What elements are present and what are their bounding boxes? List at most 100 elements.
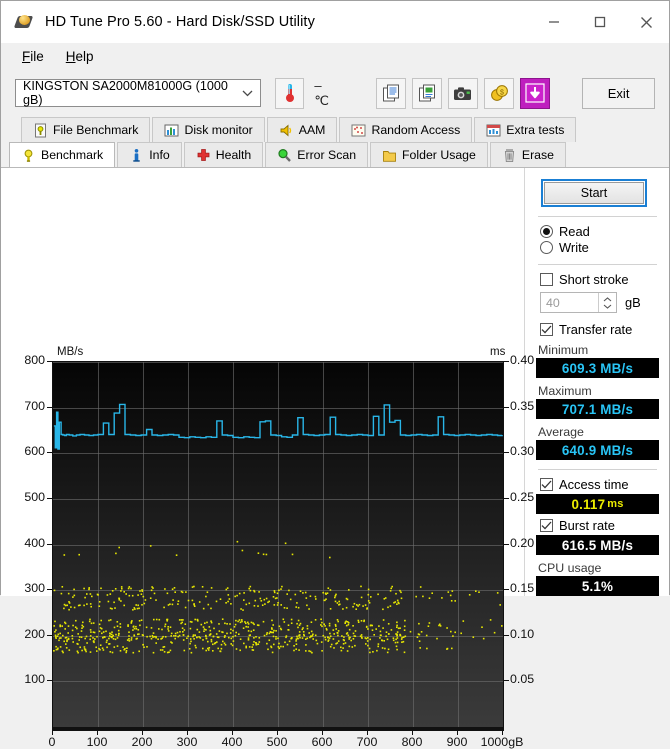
folder-usage-icon	[382, 148, 397, 163]
y-tick-label: 100	[24, 672, 45, 687]
minimize-button[interactable]	[531, 1, 577, 43]
y2-tick	[504, 543, 509, 545]
tab-label: File Benchmark	[53, 123, 139, 137]
checkbox-transfer-rate[interactable]: Transfer rate	[540, 322, 659, 337]
x-tick	[322, 731, 323, 735]
radio-read[interactable]: Read	[540, 224, 659, 239]
tab-label: Extra tests	[506, 123, 565, 137]
maximum-value-box: 707.1 MB/s	[536, 399, 659, 419]
tab-label: Benchmark	[41, 148, 104, 162]
x-tick	[412, 731, 413, 735]
window-controls	[531, 1, 669, 43]
transfer-rate-label: Transfer rate	[559, 322, 633, 337]
tab-extra-tests[interactable]: Extra tests	[474, 117, 577, 142]
average-value: 640.9 MB/s	[561, 442, 634, 458]
drive-select-value: KINGSTON SA2000M81000G (1000 gB)	[23, 79, 228, 107]
short-stroke-label: Short stroke	[559, 272, 629, 287]
y-tick	[47, 589, 52, 591]
start-button[interactable]: Start	[544, 182, 644, 204]
access-time-dots	[53, 540, 503, 654]
tab-row-secondary: File Benchmark Disk monitor AAM Random A…	[9, 117, 661, 142]
tab-disk-monitor[interactable]: Disk monitor	[152, 117, 265, 142]
radio-write-label: Write	[559, 240, 589, 255]
y2-tick-label: 0.35	[510, 398, 535, 413]
stepper-arrows[interactable]	[598, 293, 616, 312]
y2-tick	[504, 680, 509, 682]
coins-icon[interactable]: $	[484, 77, 515, 109]
average-value-box: 640.9 MB/s	[536, 440, 659, 460]
y2-tick	[504, 589, 509, 591]
app-logo-icon	[13, 12, 35, 32]
short-stroke-stepper[interactable]: 40 gB	[540, 292, 659, 313]
screenshot-icon[interactable]	[448, 77, 479, 109]
y2-tick-label: 0.05	[510, 672, 535, 687]
maximum-label: Maximum	[538, 384, 592, 398]
x-tick	[52, 731, 53, 735]
tab-info[interactable]: Info	[117, 142, 182, 167]
checkbox-short-stroke[interactable]: Short stroke	[540, 272, 659, 287]
menu-file[interactable]: File	[11, 46, 55, 67]
thermometer-button[interactable]	[275, 77, 305, 109]
start-button-focus: Start	[541, 179, 647, 207]
access-time-unit: ms	[607, 498, 624, 510]
copy-image-icon[interactable]	[412, 77, 443, 109]
erase-icon	[502, 148, 517, 163]
drive-select[interactable]: KINGSTON SA2000M81000G (1000 gB)	[15, 79, 261, 107]
y2-tick	[504, 634, 509, 636]
exit-button[interactable]: Exit	[582, 77, 655, 109]
tab-erase[interactable]: Erase	[489, 142, 566, 167]
radio-read-icon	[540, 225, 553, 238]
menu-help[interactable]: Help	[55, 46, 105, 67]
checkbox-access-time[interactable]: Access time	[540, 477, 659, 492]
minimum-value-box: 609.3 MB/s	[536, 358, 659, 378]
minimum-value: 609.3 MB/s	[561, 360, 634, 376]
x-tick	[142, 731, 143, 735]
tab-health[interactable]: Health	[183, 142, 264, 167]
plot-area	[52, 361, 504, 728]
tab-aam[interactable]: AAM	[266, 117, 338, 142]
x-tick-label: 500	[266, 735, 288, 749]
y-tick	[47, 452, 52, 454]
tab-label: Folder Usage	[402, 148, 476, 162]
access-time-value: 0.117	[571, 496, 606, 512]
toolbar-buttons: $	[376, 77, 551, 109]
chevron-up-icon	[603, 296, 612, 301]
radio-write[interactable]: Write	[540, 240, 659, 255]
y2-tick-label: 0.10	[510, 626, 535, 641]
cpu-usage-value-box: 5.1%	[536, 576, 659, 596]
tab-benchmark[interactable]: Benchmark	[9, 142, 116, 167]
short-stroke-input[interactable]: 40	[540, 292, 617, 313]
y2-tick-label: 0.25	[510, 489, 535, 504]
download-icon[interactable]	[520, 77, 551, 109]
checkbox-unchecked-icon	[540, 273, 553, 286]
tab-random-access[interactable]: Random Access	[339, 117, 473, 142]
tab-error-scan[interactable]: Error Scan	[265, 142, 369, 167]
tab-file-benchmark[interactable]: File Benchmark	[21, 117, 151, 142]
tab-folder-usage[interactable]: Folder Usage	[370, 142, 488, 167]
x-tick-label: 0	[48, 735, 56, 749]
tab-row-primary: Benchmark Info Health Error Scan Folder …	[9, 142, 661, 167]
y-tick	[47, 634, 52, 636]
y2-tick-label: 0.30	[510, 444, 535, 459]
cpu-usage-value: 5.1%	[581, 578, 614, 594]
checkbox-checked-icon	[540, 323, 553, 336]
checkbox-checked-icon	[540, 519, 553, 532]
x-tick	[97, 731, 98, 735]
benchmark-icon	[21, 148, 36, 163]
checkbox-burst-rate[interactable]: Burst rate	[540, 518, 659, 533]
copy-icon[interactable]	[376, 77, 407, 109]
divider	[538, 264, 657, 265]
x-tick	[277, 731, 278, 735]
y-tick-label: 700	[24, 398, 45, 413]
x-tick-label: 1000gB	[480, 735, 524, 749]
maximize-button[interactable]	[577, 1, 623, 43]
burst-rate-value: 616.5 MB/s	[561, 537, 634, 553]
burst-rate-label: Burst rate	[559, 518, 615, 533]
y-tick-label: 400	[24, 535, 45, 550]
chevron-down-icon	[603, 304, 612, 309]
file-benchmark-icon	[33, 123, 48, 138]
x-tick	[457, 731, 458, 735]
cpu-usage-label: CPU usage	[538, 561, 602, 575]
close-button[interactable]	[623, 1, 669, 43]
y2-tick-label: 0.20	[510, 535, 535, 550]
